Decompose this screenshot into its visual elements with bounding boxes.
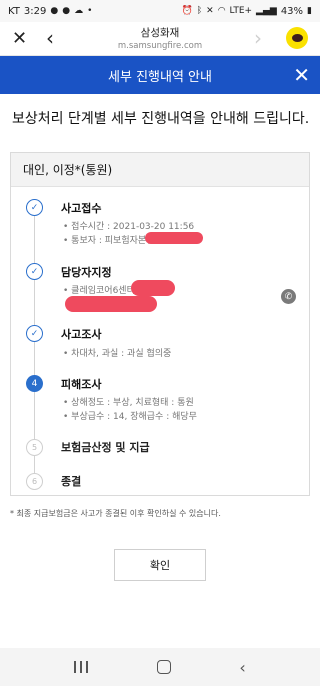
step-detail: 통보자 : 피보험자본인 — [63, 233, 154, 246]
step-detail: 부상급수 : 14, 장해급수 : 해당무 — [63, 409, 197, 422]
step-check-icon: ✓ — [26, 263, 43, 280]
step-number: 6 — [26, 473, 43, 490]
chat-icon: ● — [50, 6, 59, 16]
step-number: 5 — [26, 439, 43, 456]
step-detail: 차대차, 과실 : 과실 협의중 — [63, 346, 171, 359]
close-icon[interactable]: ✕ — [293, 63, 310, 87]
battery-label: 43% — [280, 5, 304, 17]
step-check-icon: ✓ — [26, 325, 43, 342]
card-title: 대인, 이정*(통원) — [11, 153, 309, 187]
mute-icon: ✕ — [206, 6, 214, 16]
step-detail: 클레임코어6센터 — [63, 283, 135, 296]
step-title: 사고접수 — [61, 202, 102, 215]
phone-icon[interactable]: ✆ — [281, 289, 296, 304]
close-icon[interactable]: ✕ — [12, 28, 27, 49]
browser-address[interactable]: 삼성화재 m.samsungfire.com — [80, 25, 240, 51]
redaction-mark — [131, 280, 175, 296]
back-arrow-icon[interactable]: ‹ — [46, 26, 54, 50]
site-title: 삼성화재 — [140, 27, 180, 39]
recent-apps-icon[interactable] — [74, 661, 89, 673]
time-label: 3:29 — [23, 5, 47, 17]
intro-text: 보상처리 단계별 세부 진행내역을 안내해 드립니다. — [12, 111, 310, 127]
alarm-icon: ⏰ — [181, 6, 193, 16]
progress-timeline: ✓ 사고접수 접수시간 : 2021-03-20 11:56 통보자 : 피보험… — [11, 187, 309, 497]
signal-icon: ▂▄▆ — [256, 6, 277, 16]
step-detail: 상해정도 : 부상, 치료형태 : 통원 — [63, 395, 194, 408]
step-title: 사고조사 — [61, 328, 102, 341]
cloud-icon: ☁ — [74, 6, 84, 16]
step-title: 종결 — [61, 475, 82, 488]
browser-toolbar: ✕ ‹ 삼성화재 m.samsungfire.com › — [0, 22, 320, 56]
step-check-icon: ✓ — [26, 199, 43, 216]
kakao-chat-icon[interactable] — [286, 27, 308, 49]
network-label: LTE+ — [229, 6, 253, 16]
home-icon[interactable] — [156, 660, 171, 674]
status-left: KT 3:29 ● ● ☁ • — [8, 6, 92, 17]
wifi-icon: ◠ — [217, 6, 226, 16]
footnote-text: * 최종 지급보험금은 사고가 종결된 이후 확인하실 수 있습니다. — [10, 509, 221, 518]
step-title: 담당자지정 — [61, 266, 112, 279]
step-detail: 접수시간 : 2021-03-20 11:56 — [63, 219, 194, 232]
redaction-mark — [145, 232, 203, 244]
page-header: 세부 진행내역 안내 ✕ — [0, 56, 320, 94]
system-nav-bar: ‹ — [0, 648, 320, 686]
bluetooth-icon: ᛒ — [196, 6, 203, 16]
page-title: 세부 진행내역 안내 — [108, 69, 212, 85]
site-url: m.samsungfire.com — [117, 41, 203, 51]
step-number-current: 4 — [26, 375, 43, 392]
carrier-label: KT — [8, 5, 20, 17]
progress-card: 대인, 이정*(통원) ✓ 사고접수 접수시간 : 2021-03-20 11:… — [10, 152, 310, 496]
chat-icon: ● — [62, 6, 71, 16]
status-right: ⏰ ᛒ ✕ ◠ LTE+ ▂▄▆ 43% ▮ — [182, 6, 312, 17]
forward-arrow-icon[interactable]: › — [254, 26, 262, 50]
step-title: 피해조사 — [61, 378, 102, 391]
dot-icon: • — [87, 6, 93, 16]
battery-icon: ▮ — [307, 6, 312, 16]
step-title: 보험금산정 및 지급 — [61, 441, 150, 454]
redaction-mark — [65, 296, 157, 312]
confirm-button[interactable]: 확인 — [114, 549, 206, 581]
back-icon[interactable]: ‹ — [239, 658, 245, 677]
status-bar: KT 3:29 ● ● ☁ • ⏰ ᛒ ✕ ◠ LTE+ ▂▄▆ 43% ▮ — [0, 0, 320, 22]
